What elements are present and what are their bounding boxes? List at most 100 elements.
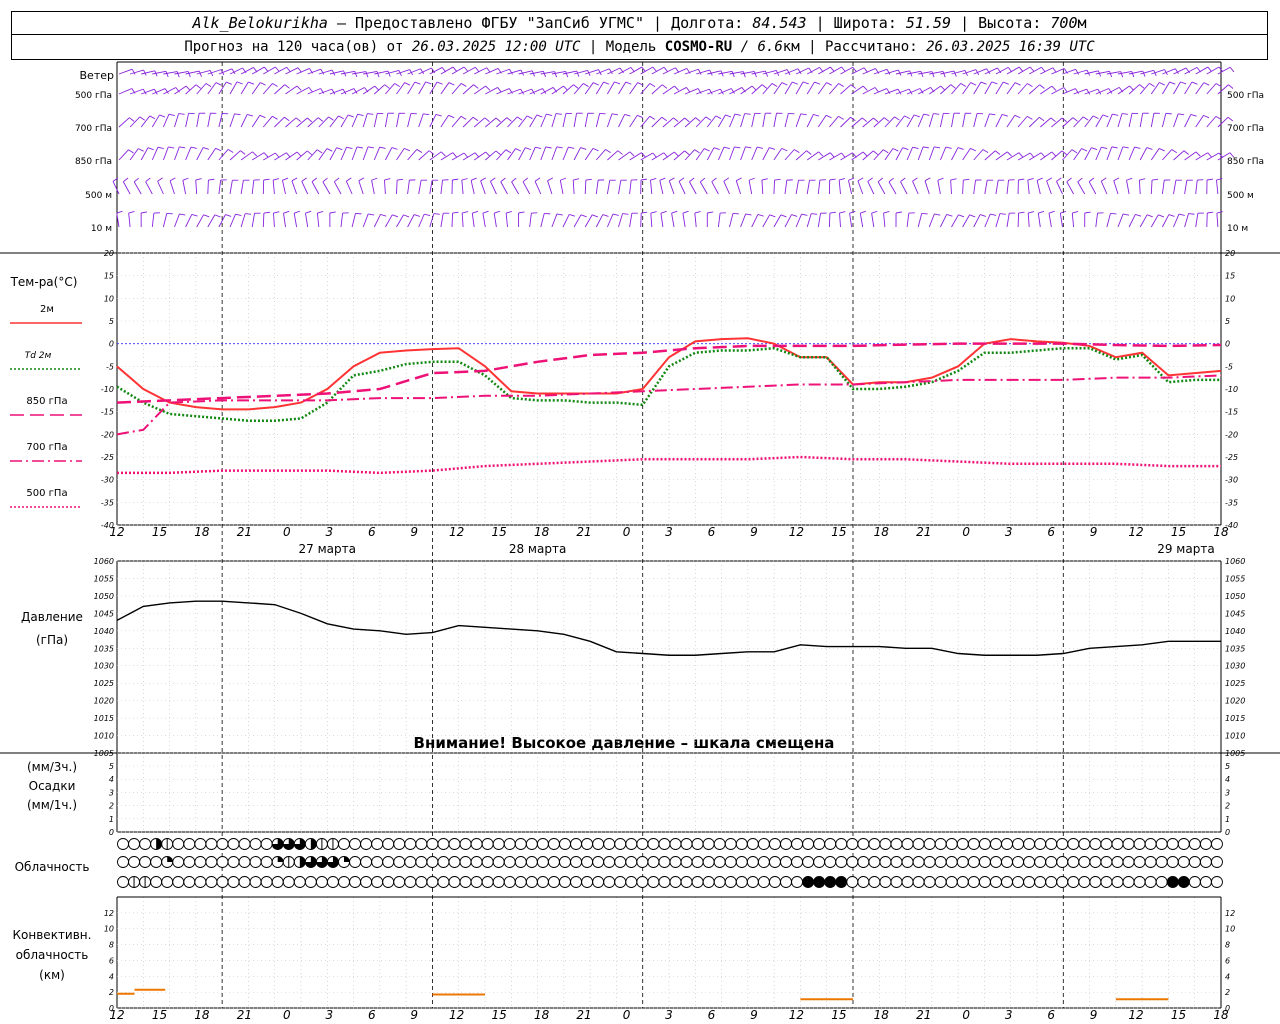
wind-barb-staff (995, 180, 999, 195)
wind-barb-flag (678, 177, 685, 182)
cloud-symbol (349, 876, 361, 888)
wind-barb-staff (1040, 85, 1053, 95)
wind-barb-staff (784, 149, 795, 161)
cloud-symbol (360, 838, 373, 850)
wind-barb-staff (174, 85, 187, 95)
wind-barb-flag (1135, 214, 1142, 217)
temp-tick-right: 5 (1225, 317, 1230, 326)
wind-barb-flag (1092, 115, 1099, 120)
wind-barb-flag (472, 210, 479, 214)
pressure-tick-left: 1040 (94, 627, 114, 636)
pressure-tick-left: 1060 (94, 557, 114, 566)
wind-barb-staff (307, 88, 321, 95)
cloud-symbol (769, 856, 781, 868)
temp-tick-right: -10 (1225, 385, 1238, 394)
cloud-symbol (194, 876, 207, 888)
wind-barb-staff (185, 214, 193, 228)
wind-barb-staff (748, 180, 753, 195)
conv-tick-left: 6 (109, 956, 114, 965)
wind-barb-staff (1051, 87, 1065, 95)
cloud-symbol (724, 838, 737, 850)
wind-barb-staff (951, 113, 955, 128)
wind-barb-staff (1027, 213, 1030, 228)
wind-barb-flag (734, 113, 741, 116)
wind-barb-staff (318, 116, 329, 128)
wind-barb-staff (937, 180, 941, 195)
pressure-tick-right: 1015 (1225, 714, 1245, 723)
wind-barb-staff (174, 213, 180, 228)
cloud-symbol (879, 856, 892, 868)
wind-barb-staff (650, 180, 653, 195)
cloud-symbol (559, 838, 571, 850)
temp-tick-right: -20 (1225, 430, 1238, 439)
cloud-symbol (382, 876, 395, 888)
wind-barb-staff (128, 213, 131, 228)
wind-barb-flag (904, 115, 911, 120)
wind-barb-staff (1106, 86, 1120, 95)
wind-barb-staff (262, 115, 273, 128)
cloud-symbol (1133, 856, 1146, 868)
wind-barb-flag (769, 214, 776, 218)
cloud-symbol (238, 838, 251, 850)
cloud-symbol (205, 876, 218, 888)
wind-barb-flag (272, 115, 278, 120)
wind-barb-flag (1072, 117, 1078, 122)
wind-barb-flag (980, 81, 987, 85)
cloud-symbol (360, 876, 373, 888)
cloud-symbol (1111, 856, 1124, 868)
cloud-symbol (514, 838, 527, 850)
wind-barb-flag (1190, 114, 1197, 117)
precip-title: Осадки (29, 779, 76, 793)
wind-barb-staff (329, 147, 338, 161)
wind-barb-flag (969, 214, 976, 218)
wind-barb-flag (982, 149, 989, 154)
cloud-symbol (216, 856, 229, 868)
wind-barb-staff (296, 150, 308, 161)
cloud-symbol (260, 856, 273, 868)
wind-barb-flag (826, 82, 833, 86)
cloud-symbol (1199, 838, 1212, 850)
wind-barb-flag (296, 151, 302, 157)
x-hour-label: 0 (623, 1008, 631, 1022)
wind-barb-flag (723, 177, 730, 182)
cloud-symbol (625, 838, 638, 850)
wind-barb-flag (1142, 70, 1146, 77)
wind-barb-flag (357, 113, 364, 116)
cloud-symbol (1122, 876, 1135, 888)
wind-barb-flag (1051, 85, 1057, 91)
wind-barb-flag (912, 146, 919, 149)
precip-tick-right: 4 (1225, 775, 1230, 784)
cloud-symbol (791, 856, 803, 868)
wind-barb-flag (301, 177, 307, 182)
wind-barb-staff (995, 114, 1003, 128)
temp-legend-label: 500 гПа (26, 488, 67, 499)
cloud-symbol (978, 856, 991, 868)
wind-barb-flag (953, 70, 957, 77)
wind-barb-flag (757, 146, 764, 149)
wind-barb-staff (384, 180, 386, 195)
wind-barb-staff (751, 214, 759, 228)
wind-barb-staff (240, 213, 246, 228)
wind-barb-flag (1003, 81, 1009, 85)
cloud-symbol (1210, 838, 1223, 850)
wind-barb-flag (686, 87, 691, 93)
wind-barb-staff (529, 213, 532, 228)
cloud-symbol (1100, 876, 1113, 888)
cloud-symbol (1089, 856, 1102, 868)
cloud-symbol (636, 838, 649, 850)
cloud-symbol (658, 838, 671, 850)
wind-barb-flag (734, 146, 741, 149)
wind-barb-flag (989, 113, 996, 116)
wind-barb-staff (129, 148, 139, 161)
wind-barb-staff (928, 213, 935, 228)
wind-barb-staff (939, 214, 948, 228)
pressure-warning: Внимание! Высокое давление – шкала смеще… (414, 734, 835, 752)
wind-barb-flag (423, 113, 430, 116)
wind-barb-staff (1117, 213, 1124, 228)
cloud-symbol (1166, 856, 1179, 868)
wind-barb-flag (452, 178, 459, 181)
wind-barb-flag (580, 214, 587, 218)
x-hour-label: 3 (1005, 1008, 1013, 1022)
wind-barb-staff (618, 213, 623, 228)
wind-barb-staff (951, 83, 961, 95)
